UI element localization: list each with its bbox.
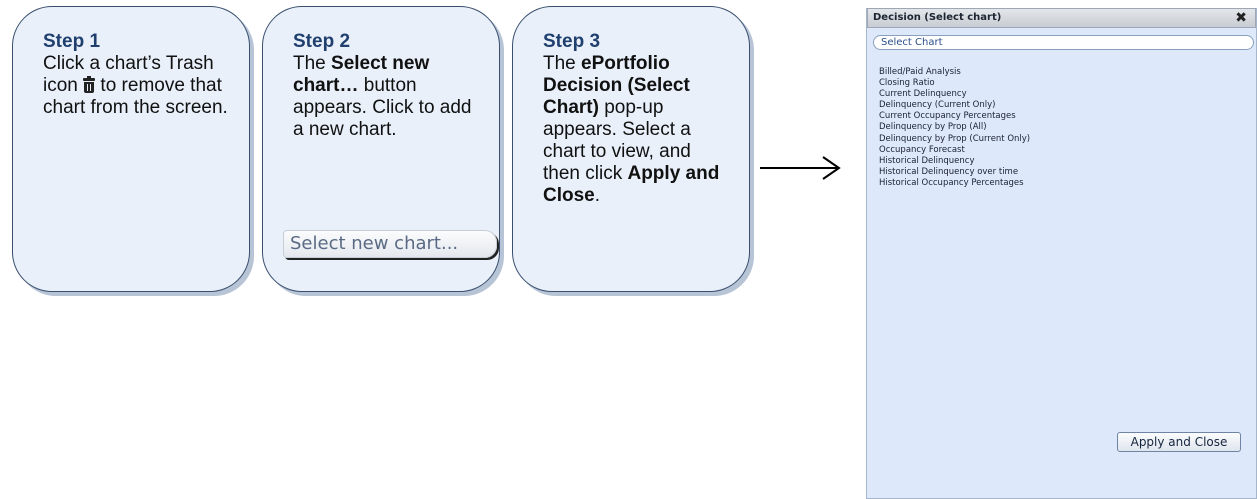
step-description: The ePortfolio Decision (Select Chart) p… <box>543 53 733 207</box>
popup-title: Decision (Select chart) <box>873 12 1002 23</box>
chart-option[interactable]: Closing Ratio <box>879 78 1030 89</box>
apply-and-close-button[interactable]: Apply and Close <box>1117 432 1241 452</box>
step-title: Step 2 <box>293 31 351 52</box>
step-title: Step 3 <box>543 31 601 52</box>
chart-option[interactable]: Billed/Paid Analysis <box>879 67 1030 78</box>
step-text-part: The <box>293 53 332 74</box>
right-arrow-icon <box>760 156 841 180</box>
chart-option[interactable]: Historical Delinquency over time <box>879 167 1030 178</box>
step-description: The Select new chart… button appears. Cl… <box>293 53 483 141</box>
chart-option[interactable]: Occupancy Forecast <box>879 145 1030 156</box>
select-new-chart-button[interactable]: Select new chart... <box>283 230 497 258</box>
step-text-part: The <box>543 53 582 74</box>
step-3-card: Step 3 The ePortfolio Decision (Select C… <box>512 6 750 292</box>
chart-option[interactable]: Delinquency (Current Only) <box>879 100 1030 111</box>
decision-select-chart-popup: Decision (Select chart) ✖ Select Chart B… <box>866 8 1257 499</box>
step-text-part: . <box>594 185 601 206</box>
chart-option[interactable]: Historical Occupancy Percentages <box>879 178 1030 189</box>
step-description: Click a chart’s Trash icon to remove tha… <box>43 53 233 119</box>
close-icon[interactable]: ✖ <box>1235 10 1247 26</box>
chart-option[interactable]: Current Occupancy Percentages <box>879 111 1030 122</box>
chart-option[interactable]: Current Delinquency <box>879 89 1030 100</box>
step-2-card: Step 2 The Select new chart… button appe… <box>262 6 500 292</box>
chart-option[interactable]: Historical Delinquency <box>879 156 1030 167</box>
popup-titlebar[interactable]: Decision (Select chart) ✖ <box>867 8 1256 28</box>
chart-options-list: Billed/Paid Analysis Closing Ratio Curre… <box>879 67 1030 189</box>
select-chart-dropdown[interactable]: Select Chart <box>873 35 1254 50</box>
chart-option[interactable]: Delinquency by Prop (All) <box>879 122 1030 133</box>
chart-option[interactable]: Delinquency by Prop (Current Only) <box>879 134 1030 145</box>
trash-icon <box>83 76 96 93</box>
step-title: Step 1 <box>43 31 101 52</box>
step-1-card: Step 1 Click a chart’s Trash icon to rem… <box>12 6 250 292</box>
